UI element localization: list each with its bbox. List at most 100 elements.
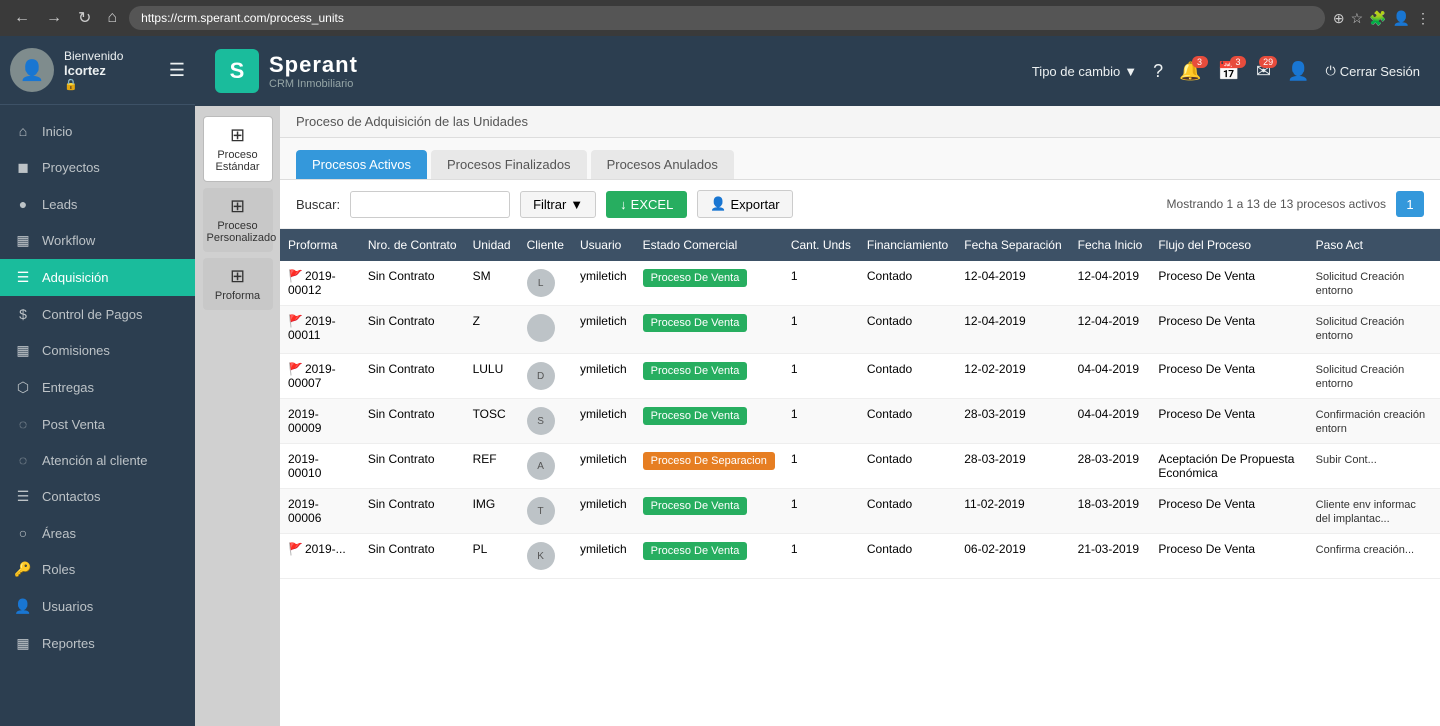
hamburger-button[interactable]: ☰ [169,60,185,81]
cell-fecha-sep: 11-02-2019 [956,489,1069,534]
proceso-personalizado-item[interactable]: ⊞ Proceso Personalizado [203,188,273,252]
process-sidebar: ⊞ Proceso Estándar ⊞ Proceso Personaliza… [195,106,280,726]
help-button[interactable]: ? [1153,61,1163,82]
top-header: S Sperant CRM Inmobiliario Tipo de cambi… [195,36,1440,106]
toolbar: Buscar: Filtrar ▼ ↓ EXCEL 👤 Exportar [280,180,1440,229]
postventa-icon: ◌ [14,416,32,432]
cell-paso: Confirma creación... [1308,534,1440,579]
page-number[interactable]: 1 [1396,191,1424,217]
cell-usuario: ymiletich [572,534,635,579]
cell-proforma: 2019-00009 [280,399,360,444]
cell-flujo: Aceptación De Propuesta Económica [1150,444,1307,489]
sidebar-item-contactos[interactable]: ☰ Contactos [0,478,195,515]
mail-button[interactable]: ✉ 29 [1256,61,1271,82]
proforma-item[interactable]: ⊞ Proforma [203,258,273,310]
sidebar-label-comisiones: Comisiones [42,343,110,358]
page-area: ⊞ Proceso Estándar ⊞ Proceso Personaliza… [195,106,1440,726]
cell-cliente: S [519,399,572,444]
user-info: Bienvenido lcortez 🔒 [64,49,159,91]
translate-icon[interactable]: ⊕ [1333,10,1345,27]
cell-proforma: 🚩2019-00012 [280,261,360,306]
export-button[interactable]: 👤 Exportar [697,190,792,218]
tab-procesos-finalizados[interactable]: Procesos Finalizados [431,150,587,179]
sidebar-item-entregas[interactable]: ⬡ Entregas [0,369,195,406]
star-icon[interactable]: ☆ [1351,10,1364,27]
extension-icon[interactable]: 🧩 [1369,10,1386,27]
header-actions: Tipo de cambio ▼ ? 🔔 3 📅 3 ✉ 29 👤 [1032,61,1420,82]
refresh-button[interactable]: ↻ [74,6,95,30]
sidebar-label-contactos: Contactos [42,489,101,504]
cell-paso: Solicitud Creación entorno [1308,306,1440,354]
sidebar-item-atencion[interactable]: ◌ Atención al cliente [0,442,195,478]
home-button[interactable]: ⌂ [103,7,121,29]
sidebar-item-roles[interactable]: 🔑 Roles [0,551,195,588]
col-proforma: Proforma [280,229,360,261]
table-row[interactable]: 🚩2019-00011 Sin Contrato Z ymiletich Pro… [280,306,1440,354]
username-text: lcortez [64,63,159,78]
tipo-cambio-button[interactable]: Tipo de cambio ▼ [1032,64,1137,79]
flag-icon: 🚩 [288,542,303,556]
table-row[interactable]: 2019-00009 Sin Contrato TOSC S ymiletich… [280,399,1440,444]
sidebar-label-proyectos: Proyectos [42,160,100,175]
cell-cant: 1 [783,399,859,444]
logo-text: Sperant CRM Inmobiliario [269,52,358,90]
sidebar-item-proyectos[interactable]: ◼ Proyectos [0,149,195,186]
proceso-personalizado-label: Proceso Personalizado [207,220,269,244]
content-panel: Proceso de Adquisición de las Unidades P… [280,106,1440,726]
profile-button[interactable]: 👤 [1287,61,1309,82]
url-bar[interactable] [129,6,1325,30]
proceso-estandar-item[interactable]: ⊞ Proceso Estándar [203,116,273,182]
search-label: Buscar: [296,197,340,212]
cell-financiamiento: Contado [859,399,956,444]
menu-icon[interactable]: ⋮ [1416,10,1430,27]
sidebar-item-inicio[interactable]: ⌂ Inicio [0,113,195,149]
sidebar-label-adquisicion: Adquisición [42,270,109,285]
table-row[interactable]: 2019-00010 Sin Contrato REF A ymiletich … [280,444,1440,489]
lock-icon: 🔒 [64,78,159,91]
sidebar-item-adquisicion[interactable]: ☰ Adquisición [0,259,195,296]
back-button[interactable]: ← [10,7,34,29]
cell-financiamiento: Contado [859,354,956,399]
tab-procesos-anulados[interactable]: Procesos Anulados [591,150,734,179]
table-row[interactable]: 🚩2019-... Sin Contrato PL K ymiletich Pr… [280,534,1440,579]
table-row[interactable]: 🚩2019-00012 Sin Contrato SM L ymiletich … [280,261,1440,306]
cerrar-sesion-button[interactable]: ⏻ Cerrar Sesión [1326,63,1421,79]
cell-flujo: Proceso De Venta [1150,399,1307,444]
col-fecha-ini: Fecha Inicio [1070,229,1151,261]
cell-unidad: LULU [465,354,519,399]
areas-icon: ○ [14,525,32,541]
flag-icon: 🚩 [288,269,303,283]
filter-button[interactable]: Filtrar ▼ [520,191,596,218]
bell-button[interactable]: 🔔 3 [1179,61,1201,82]
sidebar-item-post-venta[interactable]: ◌ Post Venta [0,406,195,442]
calendar-button[interactable]: 📅 3 [1218,61,1240,82]
tab-procesos-activos[interactable]: Procesos Activos [296,150,427,179]
tipo-cambio-label: Tipo de cambio [1032,64,1120,79]
cell-unidad: PL [465,534,519,579]
client-avatar: L [527,269,555,297]
client-avatar: S [527,407,555,435]
sidebar-item-leads[interactable]: ● Leads [0,186,195,222]
power-icon: ⏻ [1326,63,1336,79]
calendar-badge: 3 [1230,56,1246,68]
sidebar-item-comisiones[interactable]: ▦ Comisiones [0,332,195,369]
profile-icon[interactable]: 👤 [1393,10,1410,27]
table-row[interactable]: 🚩2019-00007 Sin Contrato LULU D ymiletic… [280,354,1440,399]
sidebar-item-areas[interactable]: ○ Áreas [0,515,195,551]
forward-button[interactable]: → [42,7,66,29]
col-financiamiento: Financiamiento [859,229,956,261]
cell-fecha-ini: 21-03-2019 [1070,534,1151,579]
sidebar-item-control-pagos[interactable]: $ Control de Pagos [0,296,195,332]
cell-usuario: ymiletich [572,261,635,306]
table-row[interactable]: 2019-00006 Sin Contrato IMG T ymiletich … [280,489,1440,534]
sidebar-label-entregas: Entregas [42,380,94,395]
sidebar-item-usuarios[interactable]: 👤 Usuarios [0,588,195,625]
proforma-label: Proforma [207,290,269,302]
sidebar-item-reportes[interactable]: ▦ Reportes [0,625,195,662]
excel-button[interactable]: ↓ EXCEL [606,191,687,218]
search-input[interactable] [350,191,510,218]
col-cliente: Cliente [519,229,572,261]
process-table: Proforma Nro. de Contrato Unidad Cliente… [280,229,1440,579]
sidebar-item-workflow[interactable]: ▦ Workflow [0,222,195,259]
roles-icon: 🔑 [14,561,32,578]
